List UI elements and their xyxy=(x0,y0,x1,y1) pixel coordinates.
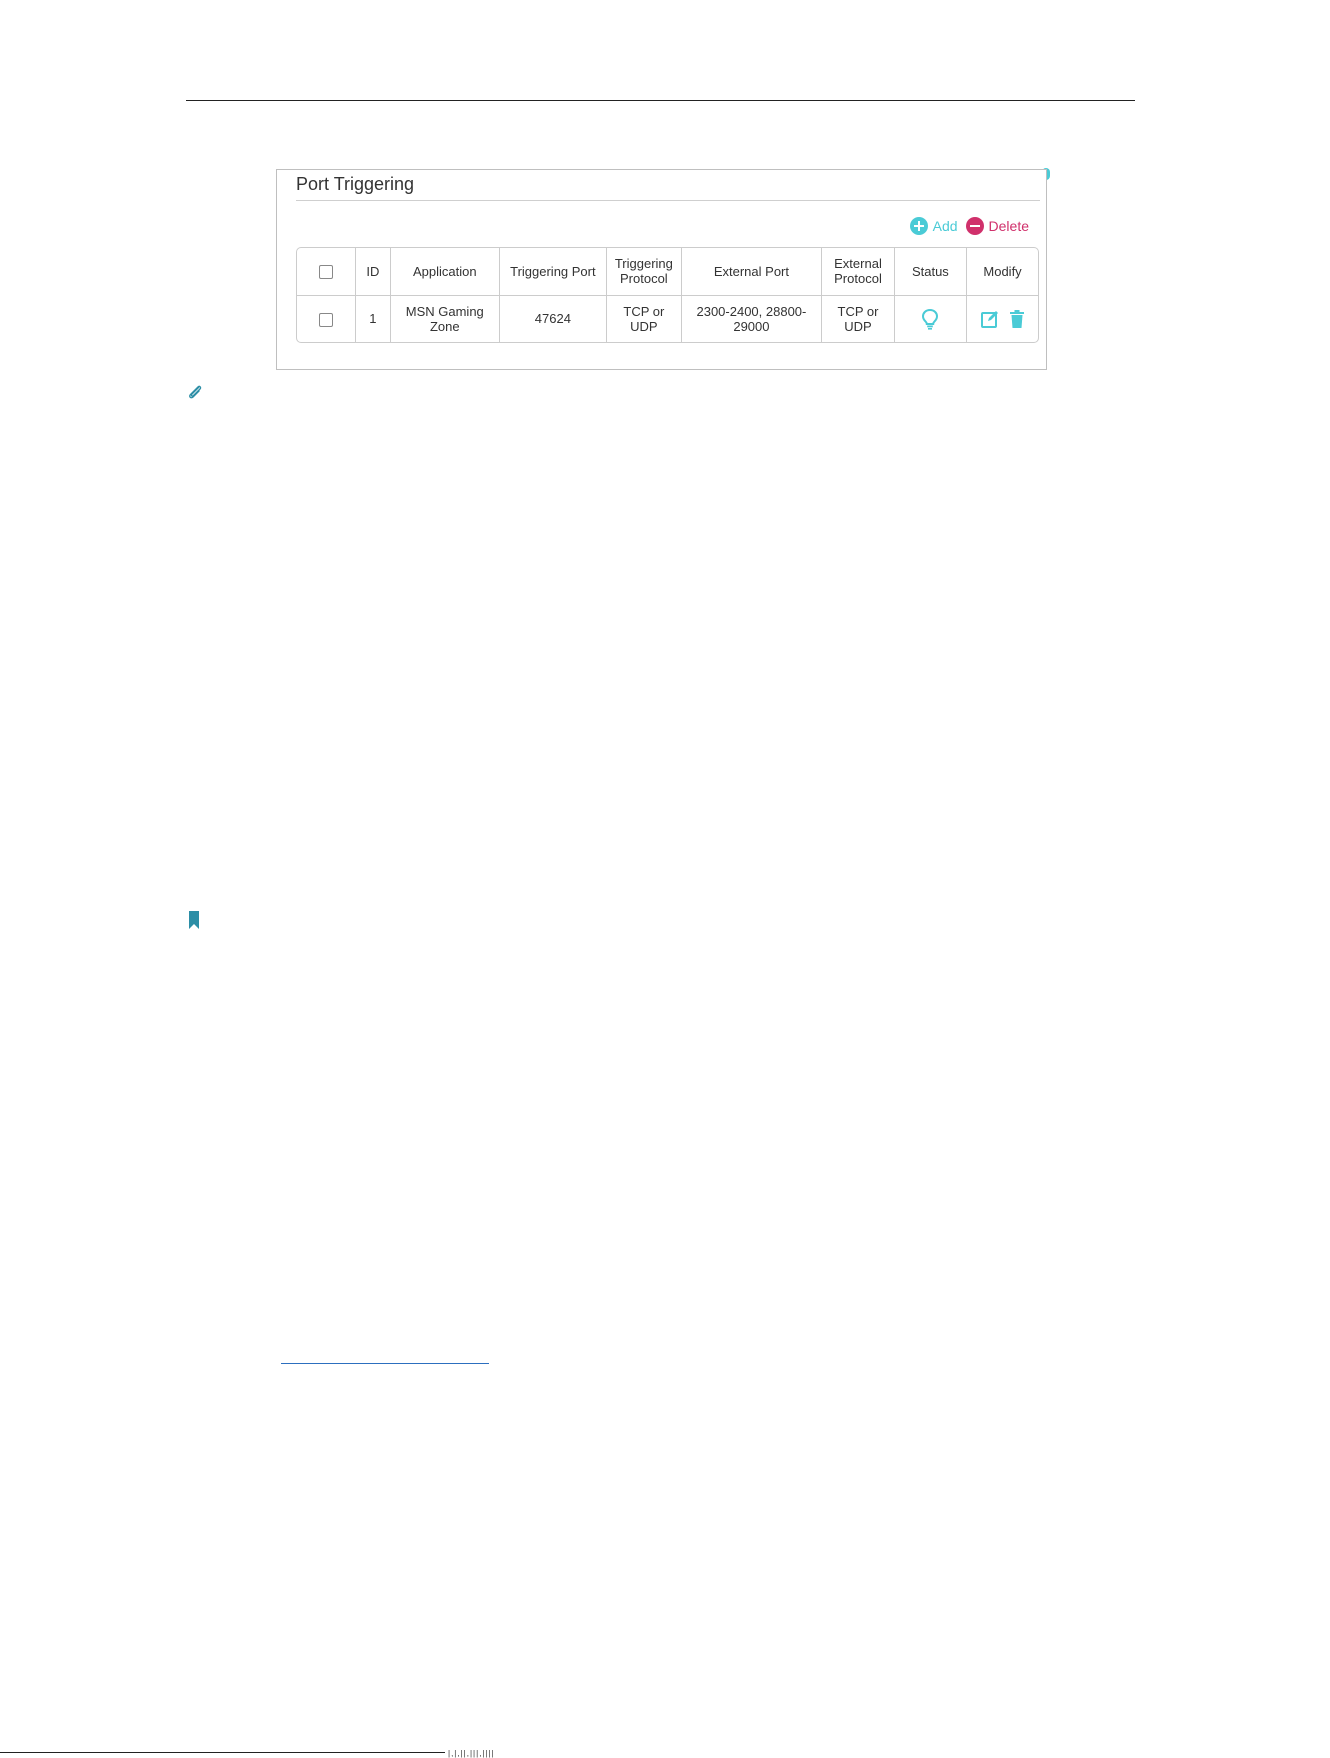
edit-icon[interactable] xyxy=(980,309,1000,329)
header-status: Status xyxy=(894,248,968,296)
page-header-rule xyxy=(186,100,1135,101)
rules-table: ID Application Triggering Port Triggerin… xyxy=(297,248,1038,342)
cell-triggering-protocol: TCP or UDP xyxy=(606,295,682,342)
cell-external-port: 2300-2400, 28800-29000 xyxy=(681,295,823,342)
table-toolbar: Add Delete xyxy=(909,216,1029,236)
cell-external-protocol: TCP or UDP xyxy=(821,295,895,342)
delete-label: Delete xyxy=(988,218,1029,234)
bookmark-icon xyxy=(189,911,199,929)
header-external-protocol: External Protocol xyxy=(821,248,895,296)
port-triggering-panel: Port Triggering Add Delete ID Applicatio… xyxy=(276,169,1047,370)
row-checkbox[interactable] xyxy=(318,312,333,327)
rules-table-container: ID Application Triggering Port Triggerin… xyxy=(296,247,1039,343)
add-button[interactable]: Add xyxy=(909,217,958,235)
cell-modify xyxy=(967,295,1038,342)
table-row: 1 MSN Gaming Zone 47624 TCP or UDP 2300-… xyxy=(297,295,1038,342)
header-external-port: External Port xyxy=(681,248,823,296)
row-select-cell xyxy=(297,295,356,342)
table-header-row: ID Application Triggering Port Triggerin… xyxy=(297,248,1038,296)
link-underline[interactable] xyxy=(281,1363,489,1364)
header-modify: Modify xyxy=(966,248,1038,296)
header-application: Application xyxy=(390,248,500,296)
trash-icon[interactable] xyxy=(1009,309,1025,329)
header-select-all xyxy=(297,248,356,296)
plus-circle-icon xyxy=(909,217,928,235)
header-triggering-protocol: Triggering Protocol xyxy=(606,248,682,296)
cell-id: 1 xyxy=(355,295,392,342)
minus-circle-icon xyxy=(965,217,984,235)
delete-button[interactable]: Delete xyxy=(965,217,1029,235)
cell-status xyxy=(894,295,968,342)
page-footer-rule xyxy=(0,1752,445,1753)
header-triggering-port: Triggering Port xyxy=(499,248,608,296)
lightbulb-icon[interactable] xyxy=(921,308,939,330)
cell-application: MSN Gaming Zone xyxy=(390,295,500,342)
select-all-checkbox[interactable] xyxy=(318,265,333,280)
footer-marks: |,|,||,|||,|||| xyxy=(448,1749,495,1758)
panel-divider xyxy=(296,200,1040,201)
paperclip-icon xyxy=(189,385,202,399)
add-label: Add xyxy=(932,218,958,234)
panel-title: Port Triggering xyxy=(296,174,415,194)
header-id: ID xyxy=(355,248,392,296)
cell-triggering-port: 47624 xyxy=(499,295,608,342)
